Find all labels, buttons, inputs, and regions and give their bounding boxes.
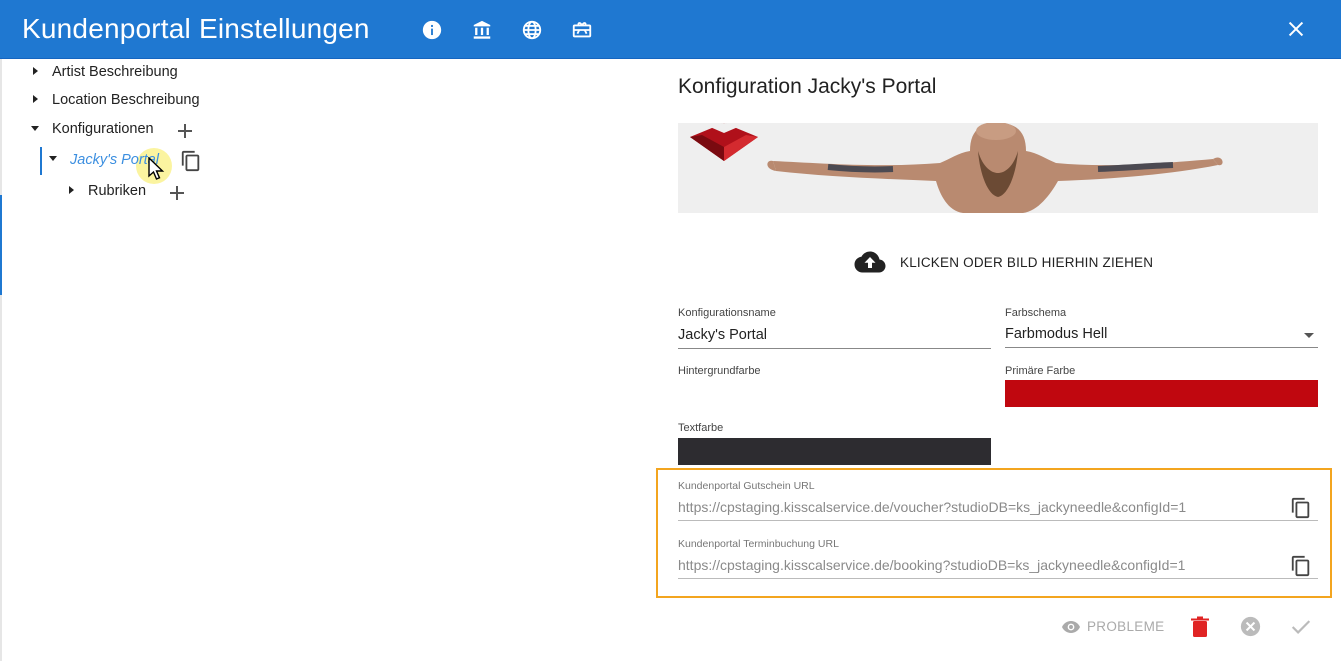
background-color-swatch[interactable] <box>678 380 991 407</box>
confirm-check-icon[interactable] <box>1291 618 1311 636</box>
tree-item-label: Artist Beschreibung <box>52 64 178 80</box>
color-scheme-select[interactable]: Farbmodus Hell <box>1005 324 1318 348</box>
voucher-url-input[interactable]: https://cpstaging.kisscalservice.de/vouc… <box>678 499 1318 521</box>
text-color-swatch[interactable] <box>678 438 991 465</box>
globe-icon[interactable] <box>521 19 543 41</box>
tree-item-jackys-portal[interactable]: Jacky's Portal <box>48 150 348 172</box>
caret-down-icon[interactable] <box>49 156 57 161</box>
color-scheme-label: Farbschema <box>1005 307 1067 319</box>
probleme-label: PROBLEME <box>1087 619 1165 634</box>
tree-item-label: Rubriken <box>88 183 147 199</box>
tree-item-konfigurationen[interactable]: Konfigurationen <box>30 119 330 141</box>
app-header: Kundenportal Einstellungen <box>0 0 1341 59</box>
config-name-input[interactable]: Jacky's Portal <box>678 325 991 349</box>
tree-item-label: Konfigurationen <box>52 121 154 137</box>
primary-color-swatch[interactable] <box>1005 380 1318 407</box>
caret-right-icon[interactable] <box>33 67 38 75</box>
booking-url-label: Kundenportal Terminbuchung URL <box>678 538 839 550</box>
banner-image[interactable] <box>678 123 1318 213</box>
close-icon[interactable] <box>1285 18 1307 40</box>
mouse-pointer-icon <box>148 156 166 181</box>
tree-item-label: Location Beschreibung <box>52 92 200 108</box>
copy-icon[interactable] <box>180 150 202 172</box>
background-color-label: Hintergrundfarbe <box>678 365 761 377</box>
color-scheme-value: Farbmodus Hell <box>1005 326 1108 342</box>
tree-item-location-beschreibung[interactable]: Location Beschreibung <box>30 90 330 112</box>
config-name-label: Konfigurationsname <box>678 307 776 319</box>
tree-item-rubriken[interactable]: Rubriken <box>66 181 366 203</box>
info-icon[interactable] <box>421 19 443 41</box>
tree-item-label: Jacky's Portal <box>70 152 159 168</box>
chevron-down-icon <box>1304 333 1314 338</box>
cloud-upload-icon <box>854 251 886 273</box>
page-title: Kundenportal Einstellungen <box>22 13 370 44</box>
delete-icon[interactable] <box>1190 616 1210 638</box>
caret-down-icon[interactable] <box>31 126 39 131</box>
gift-card-icon[interactable] <box>571 19 593 41</box>
add-rubrik-icon[interactable] <box>170 186 184 200</box>
tree-item-artist-beschreibung[interactable]: Artist Beschreibung <box>30 62 330 84</box>
primary-color-label: Primäre Farbe <box>1005 365 1076 377</box>
panel-title: Konfiguration Jacky's Portal <box>678 75 937 98</box>
left-edge <box>0 59 2 661</box>
booking-url-input[interactable]: https://cpstaging.kisscalservice.de/book… <box>678 557 1318 579</box>
caret-right-icon[interactable] <box>33 95 38 103</box>
add-konfiguration-icon[interactable] <box>178 124 192 138</box>
voucher-url-label: Kundenportal Gutschein URL <box>678 480 815 492</box>
bank-icon[interactable] <box>471 19 493 41</box>
copy-booking-url-icon[interactable] <box>1290 555 1312 577</box>
eye-icon <box>1062 621 1080 633</box>
selection-indicator <box>40 147 42 175</box>
copy-voucher-url-icon[interactable] <box>1290 497 1312 519</box>
caret-right-icon[interactable] <box>69 186 74 194</box>
cancel-icon[interactable] <box>1240 616 1261 637</box>
upload-label: KLICKEN ODER BILD HIERHIN ZIEHEN <box>900 255 1154 270</box>
text-color-label: Textfarbe <box>678 422 724 434</box>
